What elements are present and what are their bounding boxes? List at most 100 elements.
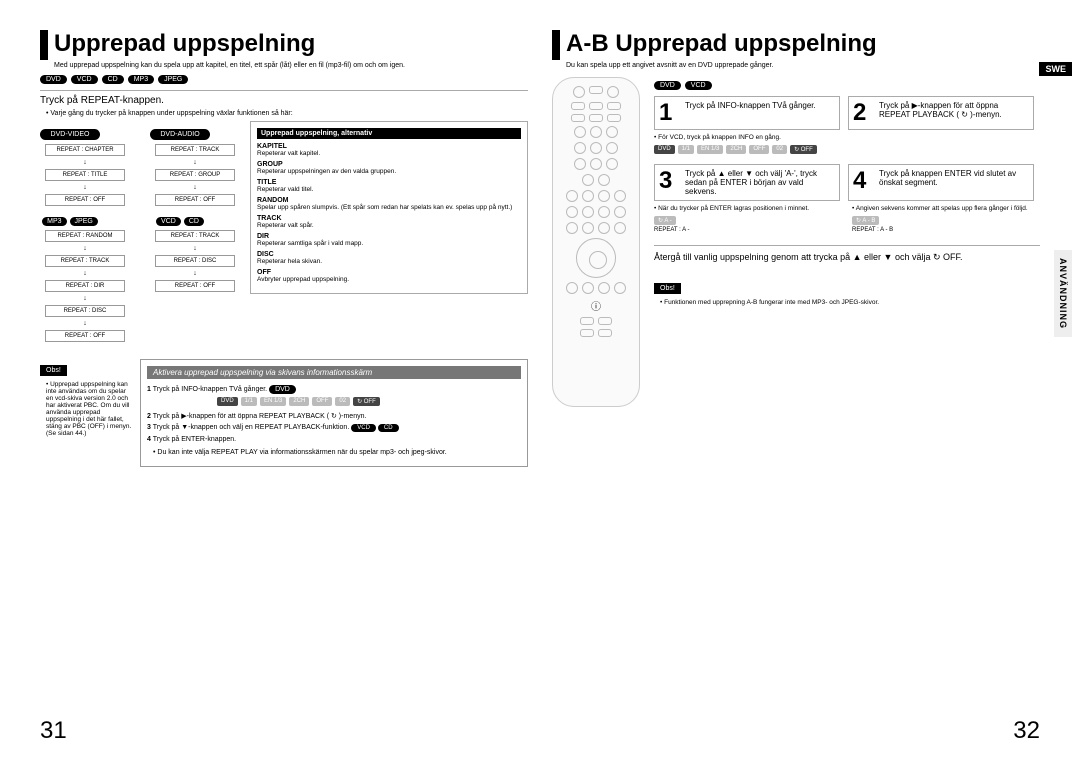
step-note-1: För VCD, tryck på knappen INFO en gång. [654, 134, 1040, 141]
divider [654, 245, 1040, 246]
section-bullet: Varje gång du trycker på knappen under u… [46, 110, 528, 117]
title-row-left: Upprepad uppspelning [40, 30, 528, 60]
opt-item: KAPITELRepeterar valt kapitel. [257, 143, 521, 157]
section-tab: ANVÄNDNING [1054, 250, 1072, 337]
pill-jpeg: JPEG [70, 217, 98, 226]
format-pills-left: DVD VCD CD MP3 JPEG [40, 75, 528, 84]
mode-item: REPEAT : OFF [45, 330, 125, 342]
mode-item: REPEAT : OFF [45, 194, 125, 206]
pill-dvd: DVD [654, 81, 681, 90]
divider [40, 90, 528, 91]
obs-block-right: Obs! Funktionen med upprepning A-B funge… [654, 277, 1040, 306]
mode-item: REPEAT : TRACK [155, 230, 235, 242]
page-title-right: A-B Upprepad uppspelning [566, 30, 877, 58]
page-number-left: 31 [40, 717, 67, 745]
arrow-down-icon: ↓ [40, 184, 130, 191]
mode-item: REPEAT : DIR [45, 280, 125, 292]
mode-dvdaudio: DVD-AUDIO REPEAT : TRACK ↓ REPEAT : GROU… [150, 129, 240, 209]
pill-vcd: VCD [71, 75, 98, 84]
mode-dvdvideo: DVD-VIDEO REPEAT : CHAPTER ↓ REPEAT : TI… [40, 129, 130, 209]
arrow-down-icon: ↓ [40, 270, 130, 277]
title-bar [40, 30, 48, 60]
mode-mp3jpeg: MP3 JPEG REPEAT : RANDOM ↓ REPEAT : TRAC… [40, 217, 130, 345]
step-4: 4 Tryck på knappen ENTER vid slutet av ö… [848, 164, 1034, 201]
title-bar [552, 30, 560, 60]
page-title-left: Upprepad uppspelning [54, 30, 315, 58]
format-pills-right: DVD VCD [654, 81, 1040, 90]
pill-dvd: DVD [40, 75, 67, 84]
info-step-4: 4 Tryck på ENTER-knappen. [147, 436, 521, 443]
obs-badge: Obs! [40, 365, 67, 376]
mode-item: REPEAT : CHAPTER [45, 144, 125, 156]
mode-item: REPEAT : OFF [155, 194, 235, 206]
arrow-down-icon: ↓ [150, 270, 240, 277]
arrow-down-icon: ↓ [150, 245, 240, 252]
steps-grid-2: 3 Tryck på ▲ eller ▼ och välj 'A-', tryc… [654, 164, 1040, 201]
page-left: Upprepad uppspelning Med upprepad uppspe… [40, 30, 528, 753]
obs-text: Upprepad uppspelning kan inte användas o… [46, 381, 132, 437]
opt-item: TRACKRepeterar valt spår. [257, 215, 521, 229]
osd-bar: DVD1/1EN 1/32CHOFF02↻ OFF [217, 397, 521, 406]
pill-vcd: VCD [685, 81, 712, 90]
pill-cd: CD [184, 217, 204, 226]
arrow-down-icon: ↓ [40, 245, 130, 252]
page-right: SWE A-B Upprepad uppspelning Du kan spel… [552, 30, 1040, 753]
opt-item: TITLERepeterar vald titel. [257, 179, 521, 193]
mode-item: REPEAT : OFF [155, 280, 235, 292]
mode-vcdcd: VCD CD REPEAT : TRACK ↓ REPEAT : DISC ↓ … [150, 217, 240, 345]
arrow-down-icon: ↓ [40, 320, 130, 327]
step-note-2: När du trycker på ENTER lagras positione… [654, 205, 842, 212]
page-number-right: 32 [1013, 717, 1040, 745]
mode-head-dvdvideo: DVD-VIDEO [40, 129, 100, 140]
mode-item: REPEAT : TRACK [155, 144, 235, 156]
pill-jpeg: JPEG [158, 75, 188, 84]
mode-item: REPEAT : GROUP [155, 169, 235, 181]
opt-item: DIRRepeterar samtliga spår i vald mapp. [257, 233, 521, 247]
opt-item: RANDOMSpelar upp spåren slumpvis. (Ett s… [257, 197, 521, 211]
subtitle-right: Du kan spela upp ett angivet avsnitt av … [566, 62, 1040, 69]
arrow-down-icon: ↓ [40, 159, 130, 166]
osd-bar: ↻ A - [654, 216, 842, 225]
title-row-right: A-B Upprepad uppspelning [552, 30, 1040, 60]
steps-grid: 1 Tryck på INFO-knappen TVå gånger. 2 Tr… [654, 96, 1040, 130]
pill-cd: CD [102, 75, 124, 84]
opt-item: GROUPRepeterar uppspelningen av den vald… [257, 161, 521, 175]
step-1: 1 Tryck på INFO-knappen TVå gånger. [654, 96, 840, 130]
language-badge: SWE [1039, 62, 1072, 76]
section-heading: Tryck på REPEAT-knappen. [40, 95, 528, 106]
options-title: Upprepad uppspelning, alternativ [257, 128, 521, 139]
subtitle-left: Med upprepad uppspelning kan du spela up… [54, 62, 528, 69]
mode-head-mp3jpeg: MP3 JPEG [40, 217, 100, 226]
repeat-label-a: REPEAT : A - [654, 227, 842, 233]
mode-item: REPEAT : RANDOM [45, 230, 125, 242]
info-step-2: 2 Tryck på ▶-knappen för att öppna REPEA… [147, 412, 521, 420]
dpad-icon [576, 238, 616, 278]
obs-block-left: Obs! Upprepad uppspelning kan inte använ… [40, 359, 132, 437]
mode-head-dvdaudio: DVD-AUDIO [150, 129, 210, 140]
info-step-1: 1 Tryck på INFO-knappen TVå gånger. DVD [147, 385, 521, 394]
osd-bar: ↻ A - B [852, 216, 1040, 225]
step-2: 2 Tryck på ▶-knappen för att öppna REPEA… [848, 96, 1034, 130]
pill-mp3: MP3 [128, 75, 154, 84]
pill-mp3: MP3 [42, 217, 66, 226]
info-heading: Aktivera upprepad uppspelning via skivan… [147, 366, 521, 379]
pill-vcd: VCD [156, 217, 181, 226]
obs-text-right: Funktionen med upprepning A-B fungerar i… [660, 299, 1040, 306]
arrow-down-icon: ↓ [150, 159, 240, 166]
options-panel: Upprepad uppspelning, alternativ KAPITEL… [250, 121, 528, 294]
opt-item: OFFAvbryter upprepad uppspelning. [257, 269, 521, 283]
mode-diagrams-row: DVD-VIDEO REPEAT : CHAPTER ↓ REPEAT : TI… [40, 121, 528, 353]
arrow-down-icon: ↓ [150, 184, 240, 191]
step-note-3: Angiven sekvens kommer att spelas upp fl… [852, 205, 1040, 212]
info-step-3: 3 Tryck på ▼-knappen och välj en REPEAT … [147, 424, 521, 432]
obs-badge: Obs! [654, 283, 681, 294]
osd-bar: DVD1/1EN 1/32CHOFF02↻ OFF [654, 145, 1040, 154]
opt-item: DISCRepeterar hela skivan. [257, 251, 521, 265]
mode-item: REPEAT : DISC [45, 305, 125, 317]
arrow-down-icon: ↓ [40, 295, 130, 302]
mode-item: REPEAT : TRACK [45, 255, 125, 267]
info-panel: Aktivera upprepad uppspelning via skivan… [140, 359, 528, 467]
return-instruction: Återgå till vanlig uppspelning genom att… [654, 252, 1040, 263]
mode-item: REPEAT : TITLE [45, 169, 125, 181]
repeat-label-ab: REPEAT : A - B [852, 227, 1040, 233]
